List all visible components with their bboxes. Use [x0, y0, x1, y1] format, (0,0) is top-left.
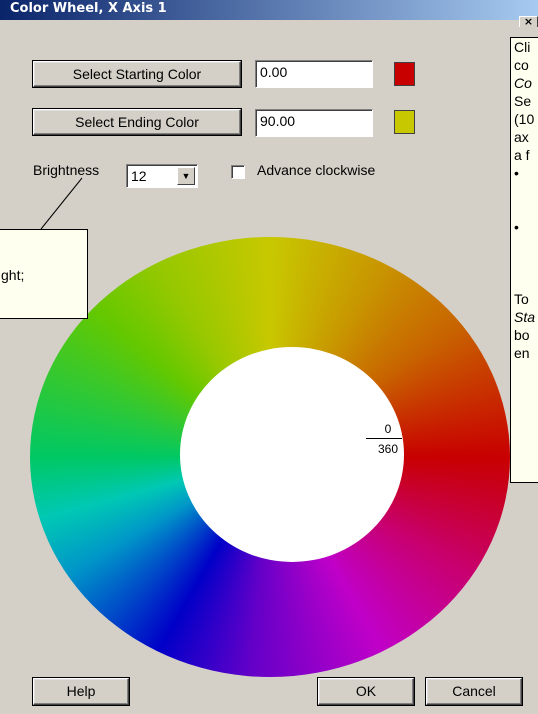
- callout-right-line: ax: [514, 129, 529, 145]
- callout-left-line: [0, 230, 87, 266]
- callout-box-right: Cli co Co Se (10 ax a f • • To Sta bo en: [510, 37, 538, 483]
- ok-button[interactable]: OK: [318, 678, 414, 705]
- callout-right-line: co: [514, 57, 529, 73]
- starting-color-swatch: [394, 62, 415, 86]
- chevron-down-icon[interactable]: ▼: [177, 167, 195, 185]
- callout-right-line: Se: [514, 93, 532, 109]
- brightness-value: 12: [131, 168, 147, 184]
- brightness-select[interactable]: 12 ▼: [126, 164, 198, 188]
- callout-box-left: ght;: [0, 229, 88, 319]
- callout-left-line: ght;: [1, 267, 25, 283]
- callout-right-line: •: [514, 165, 519, 181]
- ending-color-swatch: [394, 110, 415, 134]
- callout-right-line: en: [514, 345, 530, 361]
- select-ending-color-button[interactable]: Select Ending Color: [33, 109, 241, 135]
- callout-right-line: Cli: [514, 39, 531, 55]
- cancel-button[interactable]: Cancel: [426, 678, 522, 705]
- window-title: Color Wheel, X Axis 1: [10, 1, 167, 16]
- ending-color-field[interactable]: 90.00: [255, 109, 373, 137]
- callout-right-line: To: [514, 291, 529, 307]
- close-button[interactable]: ×: [519, 16, 538, 27]
- callout-right-line: Sta: [514, 309, 536, 325]
- callout-right-line: •: [514, 219, 519, 235]
- callout-right-line: [511, 254, 538, 272]
- callout-right-line: [511, 182, 538, 200]
- select-starting-color-button[interactable]: Select Starting Color: [33, 61, 241, 87]
- starting-color-field[interactable]: 0.00: [255, 60, 373, 88]
- end-degree-label: 360: [377, 442, 399, 456]
- brightness-label: Brightness: [33, 162, 100, 178]
- zero-degree-label: 0: [384, 422, 392, 436]
- callout-right-line: (10: [514, 111, 535, 127]
- callout-right-line: a f: [514, 147, 530, 163]
- advance-clockwise-label: Advance clockwise: [257, 162, 376, 178]
- title-bar[interactable]: Color Wheel, X Axis 1: [0, 0, 538, 20]
- help-button[interactable]: Help: [33, 678, 129, 705]
- callout-right-line: [511, 200, 538, 218]
- advance-clockwise-checkbox[interactable]: [231, 165, 245, 179]
- callout-right-line: Co: [514, 75, 532, 91]
- callout-right-line: [511, 272, 538, 290]
- color-wheel[interactable]: [30, 237, 510, 677]
- callout-right-line: bo: [514, 327, 530, 343]
- callout-right-line: [511, 236, 538, 254]
- color-wheel-dialog: Color Wheel, X Axis 1 × Select Starting …: [0, 0, 538, 714]
- zero-marker-line: [366, 438, 402, 439]
